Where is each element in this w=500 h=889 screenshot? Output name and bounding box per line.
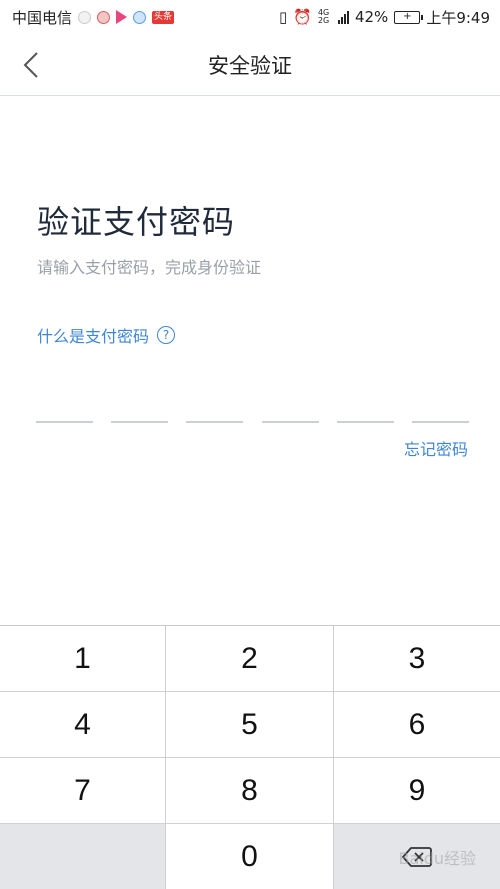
- numeric-keypad: 1 2 3 4 5 6 7 8 9 0: [0, 625, 500, 889]
- news-notification-icon: 头条: [152, 10, 175, 24]
- pin-slot: [111, 421, 169, 423]
- browser-notification-icon: [133, 10, 147, 24]
- key-5[interactable]: 5: [166, 692, 334, 758]
- nav-header: 安全验证: [0, 34, 500, 96]
- status-bar: 中国电信 头条 ▯ ⏰ 4G 2G 42% + 上午9:49: [0, 0, 500, 34]
- key-4[interactable]: 4: [0, 692, 166, 758]
- pin-slot: [261, 421, 319, 423]
- pin-slot: [336, 421, 394, 423]
- key-7[interactable]: 7: [0, 758, 166, 824]
- key-6[interactable]: 6: [334, 692, 500, 758]
- battery-charging-icon: +: [394, 10, 424, 24]
- pin-slot: [411, 421, 469, 423]
- video-notification-icon: [116, 10, 128, 24]
- key-3[interactable]: 3: [334, 626, 500, 692]
- what-is-payment-password-link[interactable]: 什么是支付密码 ?: [37, 323, 176, 347]
- key-9[interactable]: 9: [334, 758, 500, 824]
- carrier-label: 中国电信: [12, 8, 73, 27]
- signal-icon: [337, 10, 349, 24]
- alarm-icon: ⏰: [293, 8, 312, 26]
- verify-heading: 验证支付密码: [37, 203, 236, 241]
- app-notification-icon: [78, 10, 92, 24]
- clock-time: 上午9:49: [426, 8, 490, 27]
- page-title: 安全验证: [208, 53, 292, 78]
- weibo-notification-icon: [97, 10, 111, 24]
- backspace-icon: [402, 846, 432, 867]
- key-0[interactable]: 0: [166, 824, 334, 889]
- chevron-left-icon: [23, 52, 38, 78]
- key-1[interactable]: 1: [0, 626, 166, 692]
- pin-slot: [186, 421, 244, 423]
- verify-subtitle: 请输入支付密码，完成身份验证: [37, 258, 262, 277]
- help-link-label: 什么是支付密码: [37, 327, 150, 346]
- question-icon: ?: [157, 326, 176, 344]
- key-2[interactable]: 2: [166, 626, 334, 692]
- delete-key[interactable]: [334, 824, 500, 889]
- status-left: 中国电信 头条: [12, 7, 175, 28]
- network-type-label: 4G 2G: [317, 8, 330, 25]
- pin-slot: [36, 421, 93, 423]
- key-8[interactable]: 8: [166, 758, 334, 824]
- back-button[interactable]: [14, 48, 48, 82]
- forgot-password-link[interactable]: 忘记密码: [404, 436, 468, 460]
- battery-percent: 42%: [354, 8, 389, 26]
- pin-input[interactable]: [36, 421, 469, 423]
- vibrate-icon: ▯: [279, 8, 288, 26]
- status-right: ▯ ⏰ 4G 2G 42% + 上午9:49: [279, 7, 490, 28]
- key-blank: [0, 824, 166, 889]
